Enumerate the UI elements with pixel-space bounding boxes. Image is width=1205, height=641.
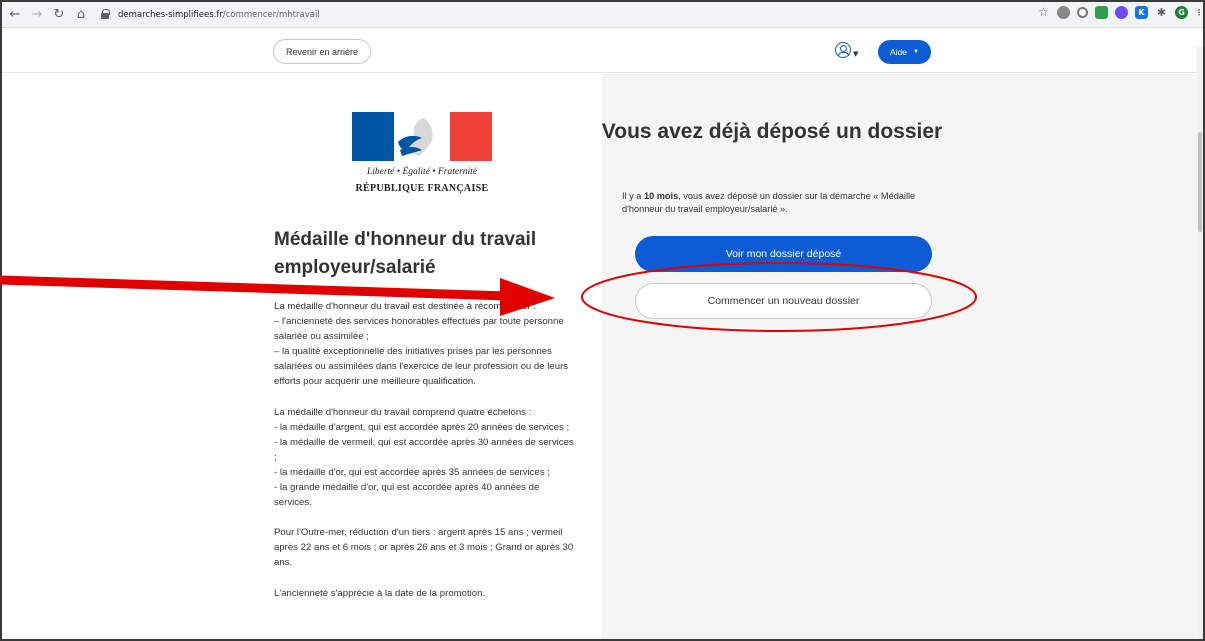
back-button[interactable]: Revenir en arrière: [273, 39, 372, 64]
republic-name: RÉPUBLIQUE FRANÇAISE: [355, 183, 489, 194]
user-account-icon[interactable]: [835, 42, 851, 58]
chevron-down-icon: ▼: [913, 49, 919, 55]
url-path: /commencer/mhtravail: [222, 9, 320, 20]
circle-icon[interactable]: [1077, 7, 1088, 18]
description-paragraph: La médaille d'honneur du travail compren…: [274, 406, 574, 509]
menu-icon[interactable]: ⋮: [1195, 6, 1203, 19]
scrollbar-thumb[interactable]: [1198, 132, 1202, 232]
star-icon[interactable]: ☆: [1037, 6, 1050, 19]
home-icon[interactable]: ⌂: [72, 6, 90, 24]
help-label: Aide: [890, 47, 908, 57]
marianne-logo: Liberté • Égalité • Fraternité RÉPUBLIQU…: [352, 112, 492, 194]
republic-motto: Liberté • Égalité • Fraternité: [366, 167, 478, 177]
view-dossier-button[interactable]: Voir mon dossier déposé: [635, 236, 932, 272]
lock-icon: [100, 9, 110, 20]
existing-dossier-panel: [602, 74, 1203, 639]
description-paragraph: La médaille d'honneur du travail est des…: [274, 301, 569, 388]
help-button[interactable]: Aide ▼: [878, 40, 931, 64]
browser-window: ← → ↻ ⌂ demarches-simplifiees.fr/commenc…: [0, 0, 1205, 641]
scrollbar[interactable]: [1197, 47, 1203, 639]
back-arrow-icon[interactable]: ←: [6, 6, 24, 24]
procedure-title: Médaille d'honneur du travail employeur/…: [274, 229, 537, 278]
existing-dossier-text: Il y a 10 mois, vous avez déposé un doss…: [622, 190, 942, 216]
purple-icon[interactable]: [1115, 6, 1128, 19]
description-paragraph: Pour l'Outre-mer, réduction d'un tiers :…: [274, 527, 574, 569]
green-square-icon[interactable]: [1095, 6, 1108, 19]
chevron-down-icon[interactable]: ▼: [853, 50, 858, 58]
forward-arrow-icon[interactable]: →: [28, 6, 46, 24]
address-bar[interactable]: demarches-simplifiees.fr/commencer/mhtra…: [100, 9, 320, 20]
url-text: demarches-simplifiees.fr/commencer/mhtra…: [118, 10, 320, 20]
new-dossier-button[interactable]: Commencer un nouveau dossier: [635, 283, 932, 319]
procedure-description: La médaille d'honneur du travail est des…: [274, 299, 579, 616]
url-host: demarches-simplifiees.fr: [118, 9, 223, 20]
extension-icon[interactable]: [1057, 6, 1070, 19]
extensions-area: ☆ K ✱ G ⋮: [1037, 6, 1203, 19]
existing-dossier-title: Vous avez déjà déposé un dossier: [601, 120, 943, 143]
puzzle-icon[interactable]: ✱: [1155, 6, 1168, 19]
flag-icon: [352, 112, 492, 161]
existing-text-bold: 10 mois: [643, 191, 679, 201]
site-header: Revenir en arrière ▼ Aide ▼: [2, 29, 1203, 73]
k-icon[interactable]: K: [1135, 6, 1148, 19]
reload-icon[interactable]: ↻: [50, 6, 68, 24]
profile-icon[interactable]: G: [1175, 6, 1188, 19]
browser-toolbar: ← → ↻ ⌂ demarches-simplifiees.fr/commenc…: [2, 2, 1203, 28]
existing-text-before: Il y a: [622, 191, 644, 201]
description-paragraph: L'ancienneté s'apprécie à la date de la …: [274, 587, 486, 599]
